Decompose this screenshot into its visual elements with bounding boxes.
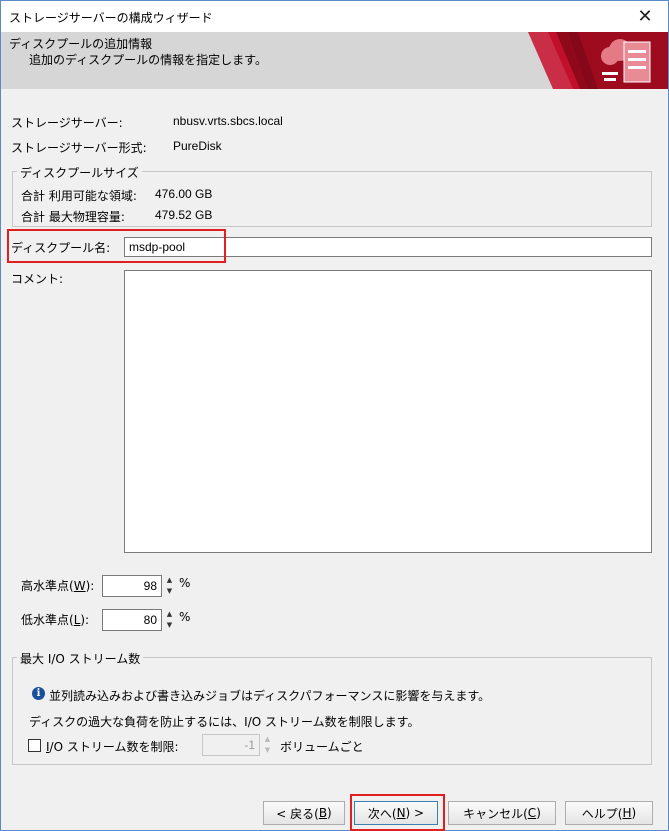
close-icon[interactable]: ✕ [622, 1, 668, 31]
io-info-text: 並列読み込みおよび書き込みジョブはディスクパフォーマンスに影響を与えます。 [49, 689, 491, 703]
help-button[interactable]: ヘルプ(H) [565, 801, 653, 825]
physical-capacity-value: 479.52 GB [155, 208, 213, 222]
banner-title: ディスクプールの追加情報 [9, 37, 153, 51]
spin-up-icon[interactable]: ▲ [164, 575, 175, 586]
available-space-label: 合計 利用可能な領域: [21, 189, 137, 203]
limit-io-checkbox[interactable] [28, 739, 41, 752]
back-button[interactable]: < 戻る(B) [263, 801, 345, 825]
window-title: ストレージサーバーの構成ウィザード [9, 11, 213, 25]
spin-up-icon[interactable]: ▲ [164, 609, 175, 620]
high-water-stepper[interactable]: ▲ ▼ [164, 575, 175, 597]
storage-server-type-value: PureDisk [173, 139, 222, 153]
storage-logo-icon [528, 32, 668, 89]
next-button-highlight [350, 794, 445, 831]
low-water-label: 低水準点(L): [21, 613, 90, 627]
available-space-value: 476.00 GB [155, 187, 213, 201]
spin-down-icon[interactable]: ▼ [164, 586, 175, 597]
low-water-stepper[interactable]: ▲ ▼ [164, 609, 175, 631]
spin-down-icon[interactable]: ▼ [164, 620, 175, 631]
high-water-label: 高水準点(W): [21, 579, 95, 593]
io-limit-input[interactable] [202, 734, 260, 756]
pool-name-highlight [7, 229, 226, 263]
high-water-unit: % [179, 576, 191, 590]
low-water-input[interactable] [102, 609, 162, 631]
per-volume-label: ボリュームごと [280, 740, 364, 754]
physical-capacity-label: 合計 最大物理容量: [21, 210, 125, 224]
spin-down-icon[interactable]: ▼ [262, 745, 273, 756]
high-water-input[interactable] [102, 575, 162, 597]
pool-size-legend: ディスクプールサイズ [17, 164, 142, 181]
wizard-banner: ディスクプールの追加情報 追加のディスクプールの情報を指定します。 [1, 32, 668, 89]
title-bar: ストレージサーバーの構成ウィザード ✕ [1, 1, 668, 32]
info-icon: i [32, 687, 45, 700]
io-limit-stepper[interactable]: ▲ ▼ [262, 734, 273, 756]
limit-io-label[interactable]: I/O ストリーム数を制限: [46, 738, 179, 755]
comment-label: コメント: [11, 272, 64, 286]
storage-server-value: nbusv.vrts.sbcs.local [173, 114, 283, 128]
io-warning-text: ディスクの過大な負荷を防止するには、I/O ストリーム数を制限します。 [29, 715, 420, 729]
spin-up-icon[interactable]: ▲ [262, 734, 273, 745]
storage-server-label: ストレージサーバー: [11, 116, 123, 130]
wizard-window: ストレージサーバーの構成ウィザード ✕ ディスクプールの追加情報 追加のディスク… [0, 0, 669, 831]
io-streams-legend: 最大 I/O ストリーム数 [17, 650, 144, 667]
cancel-button[interactable]: キャンセル(C) [448, 801, 556, 825]
storage-server-type-label: ストレージサーバー形式: [11, 141, 147, 155]
banner-subtitle: 追加のディスクプールの情報を指定します。 [29, 53, 267, 67]
comment-textarea[interactable] [124, 270, 652, 553]
low-water-unit: % [179, 610, 191, 624]
